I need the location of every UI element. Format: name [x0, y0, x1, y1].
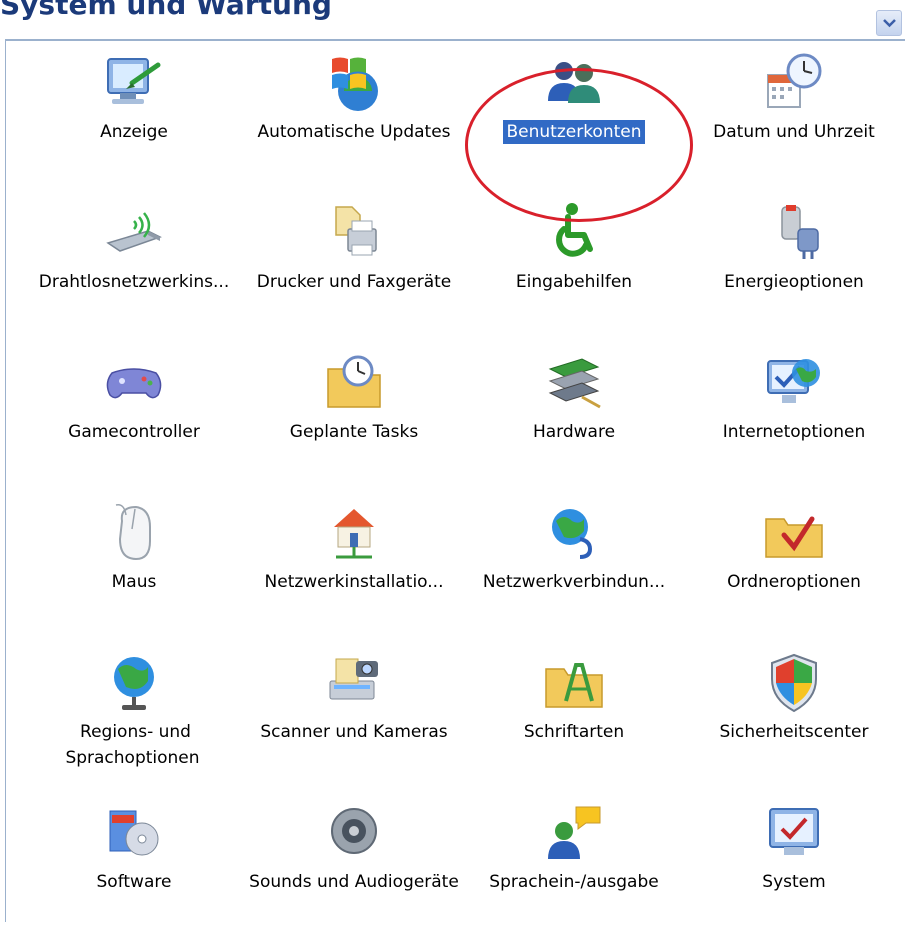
item-system[interactable]: System — [684, 801, 904, 941]
item-label: Automatische Updates — [257, 122, 451, 142]
item-geplante-tasks[interactable]: Geplante Tasks — [244, 351, 464, 491]
item-drahtlosnetzwerk[interactable]: Drahtlosnetzwerkins... — [24, 201, 244, 341]
item-label: Schriftarten — [523, 722, 625, 742]
item-label: Benutzerkonten — [503, 120, 645, 144]
scheduled-tasks-icon — [322, 351, 386, 415]
item-label: Drucker und Faxgeräte — [256, 272, 452, 292]
item-label: Netzwerkverbindun... — [482, 572, 666, 592]
item-sicherheitscenter[interactable]: Sicherheitscenter — [684, 651, 904, 791]
item-software[interactable]: Software — [24, 801, 244, 941]
accessibility-icon — [542, 201, 606, 265]
item-label: Regions- und Sprachoptionen — [65, 722, 200, 768]
network-setup-icon — [322, 501, 386, 565]
network-connections-icon — [542, 501, 606, 565]
hardware-icon — [542, 351, 606, 415]
item-label: Sprachein-/ausgabe — [489, 872, 659, 892]
control-panel-grid: Anzeige Automatische Updates Benutzerkon — [5, 41, 905, 922]
display-icon — [102, 51, 166, 115]
security-shield-icon — [762, 651, 826, 715]
item-label: Ordneroptionen — [727, 572, 861, 592]
gamepad-icon — [102, 351, 166, 415]
item-label: Eingabehilfen — [515, 272, 633, 292]
item-label: Internetoptionen — [722, 422, 866, 442]
windows-update-icon — [322, 51, 386, 115]
item-regions-sprachoptionen[interactable]: Regions- und Sprachoptionen — [24, 651, 244, 791]
header-title: System und Wartung — [0, 0, 332, 21]
user-accounts-icon — [542, 51, 606, 115]
item-energieoptionen[interactable]: Energieoptionen — [684, 201, 904, 341]
item-netzwerkverbindungen[interactable]: Netzwerkverbindun... — [464, 501, 684, 641]
item-label: Netzwerkinstallatio... — [264, 572, 444, 592]
item-label: Drahtlosnetzwerkins... — [38, 272, 230, 292]
internet-options-icon — [762, 351, 826, 415]
item-sprachein-ausgabe[interactable]: Sprachein-/ausgabe — [464, 801, 684, 941]
item-label: Geplante Tasks — [289, 422, 419, 442]
top-bar: System und Wartung — [0, 0, 905, 41]
item-label: System — [762, 872, 826, 892]
item-label: Hardware — [532, 422, 616, 442]
power-icon — [762, 201, 826, 265]
item-label: Anzeige — [100, 122, 168, 142]
item-hardware[interactable]: Hardware — [464, 351, 684, 491]
item-anzeige[interactable]: Anzeige — [24, 51, 244, 191]
item-eingabehilfen[interactable]: Eingabehilfen — [464, 201, 684, 341]
printer-icon — [322, 201, 386, 265]
item-automatische-updates[interactable]: Automatische Updates — [244, 51, 464, 191]
item-internetoptionen[interactable]: Internetoptionen — [684, 351, 904, 491]
system-icon — [762, 801, 826, 865]
item-maus[interactable]: Maus — [24, 501, 244, 641]
chevron-down-icon — [883, 19, 896, 28]
item-sounds-audiogeraete[interactable]: Sounds und Audiogeräte — [244, 801, 464, 941]
folder-options-icon — [762, 501, 826, 565]
item-label: Energieoptionen — [724, 272, 864, 292]
date-time-icon — [762, 51, 826, 115]
regional-globe-icon — [102, 651, 166, 715]
mouse-icon — [102, 501, 166, 565]
dropdown-button[interactable] — [876, 10, 902, 36]
item-label: Sicherheitscenter — [719, 722, 869, 742]
scanner-camera-icon — [322, 651, 386, 715]
item-ordneroptionen[interactable]: Ordneroptionen — [684, 501, 904, 641]
item-benutzerkonten[interactable]: Benutzerkonten — [464, 51, 684, 191]
item-schriftarten[interactable]: Schriftarten — [464, 651, 684, 791]
item-label: Software — [96, 872, 172, 892]
item-scanner-kameras[interactable]: Scanner und Kameras — [244, 651, 464, 791]
item-gamecontroller[interactable]: Gamecontroller — [24, 351, 244, 491]
item-label: Maus — [111, 572, 157, 592]
item-label: Datum und Uhrzeit — [713, 122, 875, 142]
fonts-folder-icon — [542, 651, 606, 715]
item-label: Scanner und Kameras — [260, 722, 448, 742]
item-label: Gamecontroller — [68, 422, 200, 442]
software-icon — [102, 801, 166, 865]
wireless-icon — [102, 201, 166, 265]
item-label: Sounds und Audiogeräte — [249, 872, 459, 892]
item-drucker[interactable]: Drucker und Faxgeräte — [244, 201, 464, 341]
item-datum-und-uhrzeit[interactable]: Datum und Uhrzeit — [684, 51, 904, 191]
speaker-icon — [322, 801, 386, 865]
item-netzwerkinstallation[interactable]: Netzwerkinstallatio... — [244, 501, 464, 641]
speech-icon — [542, 801, 606, 865]
